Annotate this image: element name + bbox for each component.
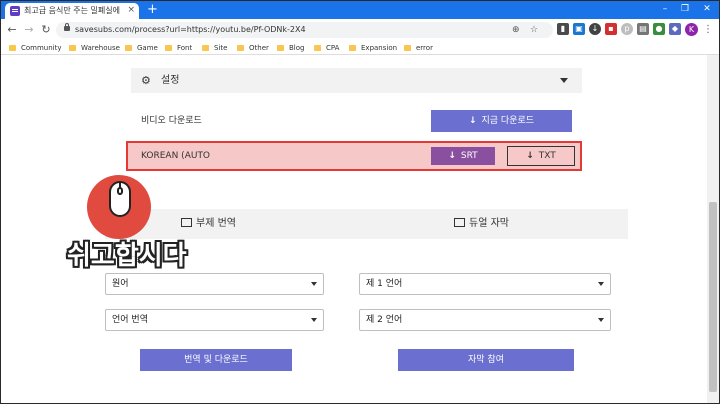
minimize-icon[interactable]: – [655, 2, 675, 16]
settings-label: 설정 [161, 75, 180, 86]
bookmark-other[interactable]: Other [237, 42, 269, 54]
folder-icon [277, 45, 284, 51]
reload-icon[interactable]: ↻ [39, 22, 53, 37]
dual-subtitle-icon [454, 218, 465, 227]
subtitle-tools-panel: 부제 번역 듀얼 자막 [105, 209, 628, 239]
tab-strip: 최고급 음식만 주는 밀폐실에서 × + – ❐ ✕ [1, 1, 719, 19]
download-extension-icon[interactable]: ↓ [589, 23, 601, 35]
extension-icon-7[interactable]: ● [653, 23, 665, 35]
join-subtitles-button[interactable]: 자막 참여 [398, 349, 574, 371]
folder-icon [69, 45, 76, 51]
bookmark-blog[interactable]: Blog [277, 42, 304, 54]
tab-dual-subtitles[interactable]: 듀얼 자막 [454, 217, 509, 231]
new-tab-button[interactable]: + [147, 2, 158, 17]
txt-download-button[interactable]: ↓ TXT [507, 146, 575, 166]
folder-icon [404, 45, 411, 51]
extension-icon-4[interactable]: ▪ [605, 23, 617, 35]
overlay-caption: 쉬고합시다 [67, 241, 187, 271]
folder-icon [349, 45, 356, 51]
gears-icon: ⚙ [141, 74, 151, 87]
pinterest-extension-icon[interactable]: p [621, 23, 633, 35]
forward-arrow-icon[interactable]: → [22, 22, 36, 37]
first-language-select[interactable]: 제 1 언어 [359, 273, 611, 295]
subtitle-language-label: KOREAN (AUTO [141, 151, 211, 161]
arrow-down-icon: ↓ [448, 151, 456, 161]
second-language-select[interactable]: 제 2 언어 [359, 309, 611, 331]
chevron-down-icon [311, 282, 317, 286]
folder-icon [165, 45, 172, 51]
chevron-down-icon [598, 318, 604, 322]
folder-icon [237, 45, 244, 51]
menu-dots-icon[interactable]: ⋮ [703, 22, 713, 37]
address-bar[interactable]: savesubs.com/process?url=https://youtu.b… [56, 22, 553, 38]
chevron-down-icon [598, 282, 604, 286]
bookmark-community[interactable]: Community [9, 42, 62, 54]
url-text: savesubs.com/process?url=https://youtu.b… [75, 25, 306, 34]
chevron-down-icon [311, 318, 317, 322]
lock-icon [64, 23, 70, 31]
download-now-button[interactable]: ↓ 지금 다운로드 [431, 110, 572, 132]
browser-toolbar: ← → ↻ savesubs.com/process?url=https://y… [1, 19, 719, 41]
caret-down-icon [560, 78, 568, 83]
folder-icon [125, 45, 132, 51]
back-arrow-icon[interactable]: ← [5, 22, 19, 37]
arrow-down-icon: ↓ [526, 151, 534, 161]
browser-tab[interactable]: 최고급 음식만 주는 밀폐실에서 × [5, 3, 139, 19]
extension-icon-8[interactable]: ◆ [669, 23, 681, 35]
bookmark-star-icon[interactable]: ☆ [530, 23, 538, 37]
tab-subtitle-translation[interactable]: 부제 번역 [181, 217, 236, 231]
bookmark-error[interactable]: error [404, 42, 433, 54]
close-window-icon[interactable]: ✕ [697, 2, 717, 16]
video-download-label: 비디오 다운로드 [141, 116, 202, 126]
profile-avatar[interactable]: K [685, 23, 698, 36]
bookmark-cpa[interactable]: CPA [314, 42, 339, 54]
extension-icon-2[interactable]: ▣ [573, 23, 585, 35]
extension-icon-6[interactable]: ▤ [637, 23, 649, 35]
srt-download-button[interactable]: ↓ SRT [431, 147, 495, 165]
browser-window: 최고급 음식만 주는 밀폐실에서 × + – ❐ ✕ ← → ↻ savesub… [0, 0, 720, 404]
bookmark-site[interactable]: Site [202, 42, 227, 54]
extension-icon-1[interactable]: ▮ [557, 23, 569, 35]
folder-icon [314, 45, 321, 51]
close-tab-icon[interactable]: × [127, 4, 135, 16]
bookmark-expansion[interactable]: Expansion [349, 42, 397, 54]
bookmark-font[interactable]: Font [165, 42, 192, 54]
folder-icon [9, 45, 16, 51]
translate-download-button[interactable]: 번역 및 다운로드 [140, 349, 292, 371]
bookmark-game[interactable]: Game [125, 42, 158, 54]
page-favicon-icon [10, 6, 20, 16]
mouse-wheel-icon [117, 187, 123, 195]
arrow-down-icon: ↓ [468, 116, 477, 126]
settings-accordion[interactable]: ⚙ 설정 [131, 68, 582, 93]
translate-icon [181, 218, 192, 227]
scroll-thumb[interactable] [709, 202, 717, 392]
original-language-select[interactable]: 원어 [105, 273, 324, 295]
translate-language-select[interactable]: 언어 번역 [105, 309, 324, 331]
folder-icon [202, 45, 209, 51]
install-app-icon[interactable]: ⊕ [512, 23, 520, 37]
bookmark-warehouse[interactable]: Warehouse [69, 42, 120, 54]
tab-title: 최고급 음식만 주는 밀폐실에서 [24, 6, 120, 15]
bookmarks-bar: Community Warehouse Game Font Site Other… [1, 41, 719, 55]
maximize-icon[interactable]: ❐ [675, 2, 695, 16]
page-scrollbar[interactable] [707, 55, 719, 403]
